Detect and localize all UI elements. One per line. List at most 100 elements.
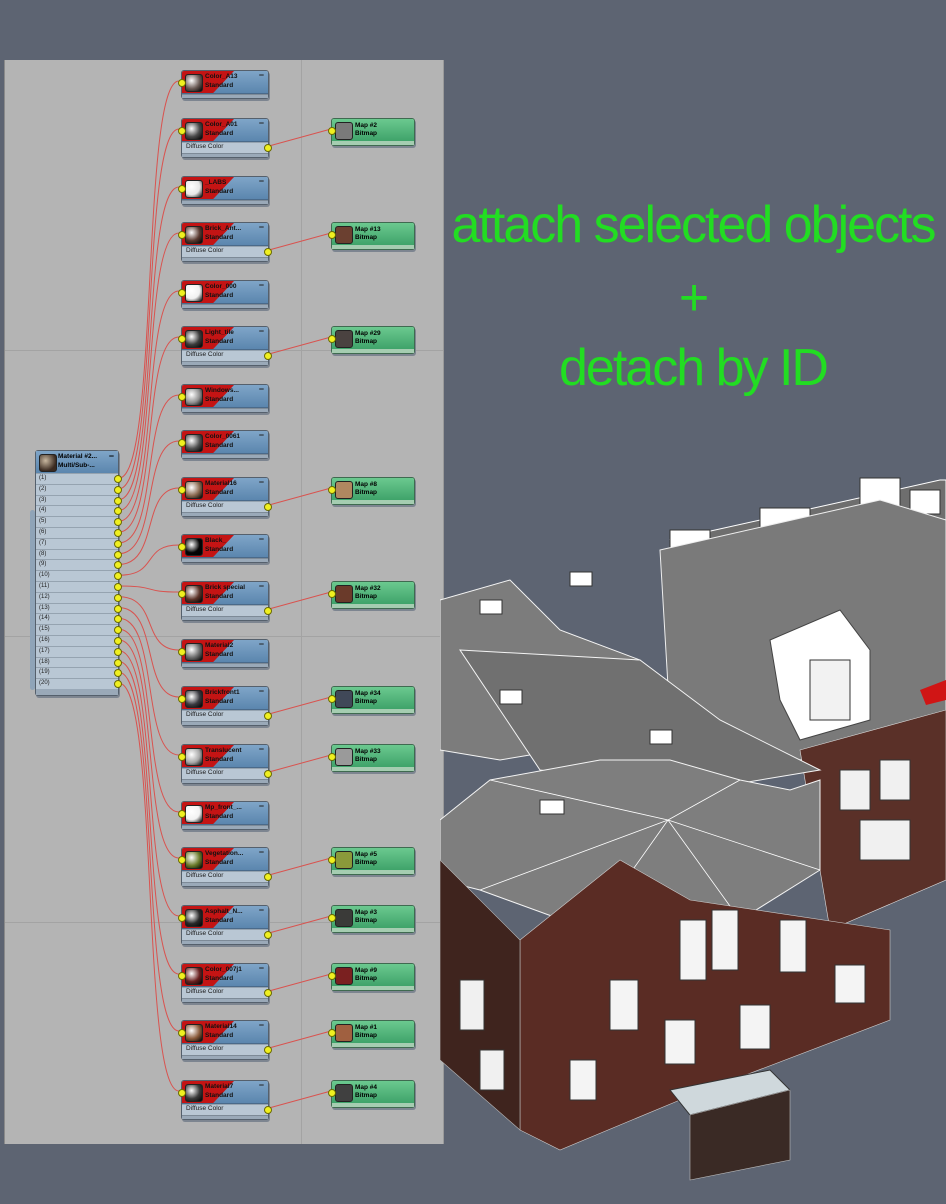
input-port[interactable] xyxy=(178,753,186,761)
output-port[interactable] xyxy=(114,636,122,645)
input-port[interactable] xyxy=(264,352,272,360)
input-port[interactable] xyxy=(264,248,272,256)
output-port[interactable] xyxy=(328,486,336,494)
input-port[interactable] xyxy=(264,770,272,778)
material-node-header[interactable]: Translucent Standard − xyxy=(182,745,268,768)
multi-material-slot[interactable]: (7) xyxy=(36,537,122,549)
input-port[interactable] xyxy=(178,972,186,980)
input-port[interactable] xyxy=(264,503,272,511)
bitmap-node[interactable]: Map #2 Bitmap xyxy=(328,118,415,146)
material-node-header[interactable]: Material16 Standard − xyxy=(182,478,268,501)
material-node-header[interactable]: Brick_Ant... Standard − xyxy=(182,223,268,246)
material-node[interactable]: Color_A01 Standard − Diffuse Color xyxy=(178,118,272,158)
input-port[interactable] xyxy=(178,335,186,343)
output-port[interactable] xyxy=(328,753,336,761)
bitmap-node-header[interactable]: Map #3 Bitmap xyxy=(332,906,414,928)
multi-material-slot[interactable]: (16) xyxy=(36,634,122,646)
material-node[interactable]: Mp_front_... Standard − xyxy=(178,801,269,830)
multi-material-slot[interactable]: (10) xyxy=(36,570,122,581)
bitmap-node[interactable]: Map #3 Bitmap xyxy=(328,905,415,933)
output-port[interactable] xyxy=(328,231,336,239)
bitmap-node-header[interactable]: Map #8 Bitmap xyxy=(332,478,414,500)
material-node[interactable]: Brick special Standard − Diffuse Color xyxy=(178,581,272,621)
multi-material-slot[interactable]: (2) xyxy=(36,483,122,495)
multi-material-slot[interactable]: (17) xyxy=(36,645,122,657)
input-port[interactable] xyxy=(264,873,272,881)
output-port[interactable] xyxy=(114,647,122,656)
bitmap-node[interactable]: Map #13 Bitmap xyxy=(328,222,415,250)
material-node-header[interactable]: _LABS Standard − xyxy=(182,177,268,200)
bitmap-node[interactable]: Map #8 Bitmap xyxy=(328,477,415,505)
bitmap-node[interactable]: Map #34 Bitmap xyxy=(328,686,415,714)
output-port[interactable] xyxy=(114,485,122,494)
collapse-icon[interactable]: − xyxy=(259,71,264,80)
output-port[interactable] xyxy=(114,475,122,483)
multi-material-slot[interactable]: (4) xyxy=(36,505,122,516)
input-port[interactable] xyxy=(178,856,186,864)
bitmap-node-header[interactable]: Map #5 Bitmap xyxy=(332,848,414,870)
material-node-header[interactable]: Material14 Standard − xyxy=(182,1021,268,1044)
material-node[interactable]: Material7 Standard − Diffuse Color xyxy=(178,1080,272,1120)
output-port[interactable] xyxy=(114,496,122,505)
collapse-icon[interactable]: − xyxy=(259,327,264,336)
input-port[interactable] xyxy=(264,1046,272,1054)
material-node[interactable]: Translucent Standard − Diffuse Color xyxy=(178,744,272,784)
multi-material-slot[interactable]: (9) xyxy=(36,559,122,570)
bitmap-node[interactable]: Map #9 Bitmap xyxy=(328,963,415,991)
output-port[interactable] xyxy=(114,593,122,602)
diffuse-color-slot[interactable]: Diffuse Color xyxy=(182,350,272,361)
material-node-header[interactable]: Asphalt_N... Standard − xyxy=(182,906,268,929)
material-node-header[interactable]: Light_tile Standard − xyxy=(182,327,268,350)
multi-material-slot[interactable]: (1) xyxy=(36,473,122,484)
material-node-header[interactable]: Mp_front_... Standard − xyxy=(182,802,268,825)
output-port[interactable] xyxy=(328,1089,336,1097)
input-port[interactable] xyxy=(178,590,186,598)
output-port[interactable] xyxy=(328,972,336,980)
diffuse-color-slot[interactable]: Diffuse Color xyxy=(182,710,272,721)
multi-material-slot[interactable]: (20) xyxy=(36,678,122,689)
collapse-icon[interactable]: − xyxy=(259,802,264,811)
collapse-icon[interactable]: − xyxy=(259,640,264,649)
collapse-icon[interactable]: − xyxy=(259,223,264,232)
bitmap-node[interactable]: Map #4 Bitmap xyxy=(328,1080,415,1108)
bitmap-node-header[interactable]: Map #34 Bitmap xyxy=(332,687,414,709)
collapse-icon[interactable]: − xyxy=(259,1021,264,1030)
material-node-header[interactable]: Vegetation... Standard − xyxy=(182,848,268,871)
collapse-icon[interactable]: − xyxy=(259,177,264,186)
diffuse-color-slot[interactable]: Diffuse Color xyxy=(182,142,272,153)
material-node[interactable]: Asphalt_N... Standard − Diffuse Color xyxy=(178,905,272,945)
output-port[interactable] xyxy=(328,695,336,703)
bitmap-node-header[interactable]: Map #1 Bitmap xyxy=(332,1021,414,1043)
multi-material-slot[interactable]: (14) xyxy=(36,613,122,624)
output-port[interactable] xyxy=(328,914,336,922)
material-node[interactable]: Material16 Standard − Diffuse Color xyxy=(178,477,272,517)
material-node-header[interactable]: Color_000 Standard − xyxy=(182,281,268,304)
bitmap-node-header[interactable]: Map #33 Bitmap xyxy=(332,745,414,767)
bitmap-node[interactable]: Map #5 Bitmap xyxy=(328,847,415,875)
input-port[interactable] xyxy=(178,1029,186,1037)
material-node[interactable]: Vegetation... Standard − Diffuse Color xyxy=(178,847,272,887)
input-port[interactable] xyxy=(264,931,272,939)
collapse-icon[interactable]: − xyxy=(259,745,264,754)
input-port[interactable] xyxy=(178,231,186,239)
output-port[interactable] xyxy=(328,127,336,135)
bitmap-node[interactable]: Map #33 Bitmap xyxy=(328,744,415,772)
output-port[interactable] xyxy=(114,582,122,591)
output-port[interactable] xyxy=(114,539,122,548)
collapse-icon[interactable]: − xyxy=(259,385,264,394)
collapse-icon[interactable]: − xyxy=(259,1081,264,1090)
input-port[interactable] xyxy=(264,1106,272,1114)
material-node-header[interactable]: Color_A13 Standard − xyxy=(182,71,268,94)
slate-material-editor-view[interactable]: Material #2... Multi/Sub-... − (1) (2) (3)… xyxy=(4,60,444,1144)
collapse-icon[interactable]: − xyxy=(259,687,264,696)
bitmap-node-header[interactable]: Map #32 Bitmap xyxy=(332,582,414,604)
output-port[interactable] xyxy=(114,528,122,537)
material-node[interactable]: Color_A13 Standard − xyxy=(178,70,269,99)
output-port[interactable] xyxy=(114,550,122,559)
collapse-icon[interactable]: − xyxy=(259,431,264,440)
bitmap-node[interactable]: Map #32 Bitmap xyxy=(328,581,415,609)
input-port[interactable] xyxy=(178,1089,186,1097)
output-port[interactable] xyxy=(328,1029,336,1037)
bitmap-node-header[interactable]: Map #9 Bitmap xyxy=(332,964,414,986)
material-node-header[interactable]: Brickfront1 Standard − xyxy=(182,687,268,710)
